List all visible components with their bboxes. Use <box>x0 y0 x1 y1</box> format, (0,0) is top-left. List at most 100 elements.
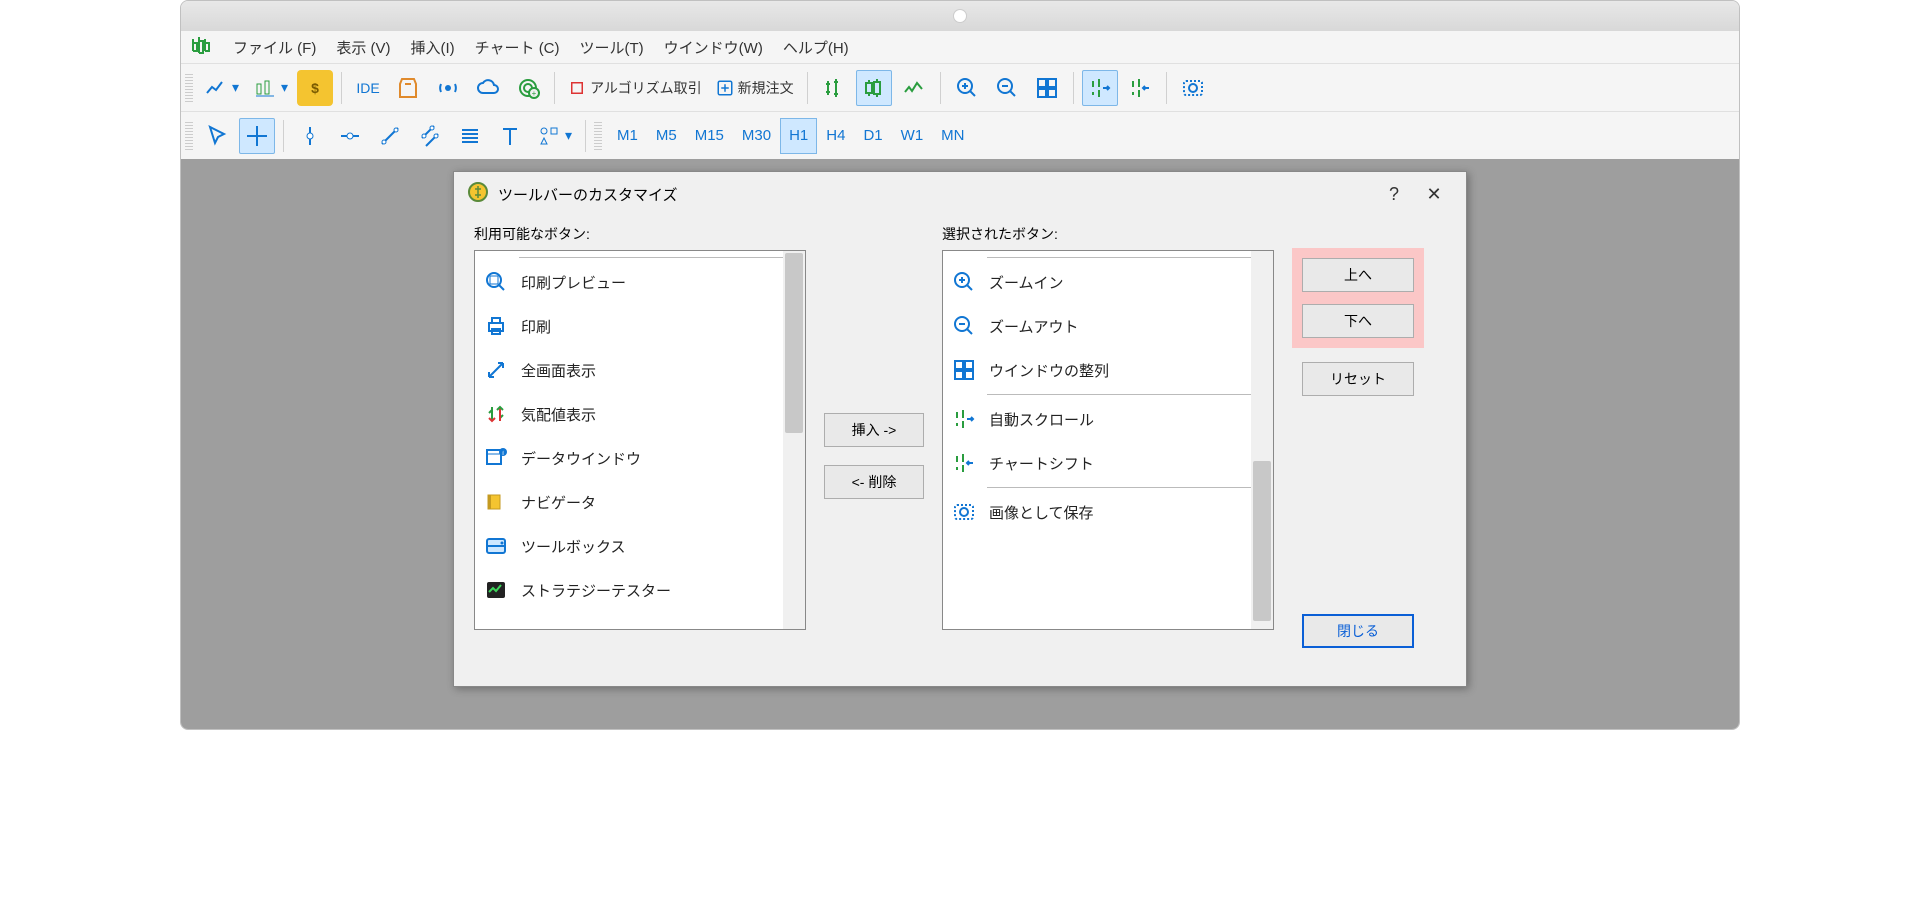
close-button[interactable]: 閉じる <box>1302 614 1414 648</box>
timeframe-m30[interactable]: M30 <box>733 118 780 154</box>
list-item[interactable]: 自動スクロール <box>943 397 1273 441</box>
timeframe-m1[interactable]: M1 <box>608 118 647 154</box>
list-item-label: ツールボックス <box>521 536 626 557</box>
zoom-in-button[interactable] <box>949 70 985 106</box>
remove-button[interactable]: <- 削除 <box>824 465 924 499</box>
app-logo-icon <box>189 33 213 62</box>
scrollbar[interactable] <box>783 251 805 629</box>
algo-trading-button[interactable]: アルゴリズム取引 <box>563 70 707 106</box>
list-item[interactable]: ズームイン <box>943 260 1273 304</box>
selected-buttons-list[interactable]: ズームインズームアウトウインドウの整列自動スクロールチャートシフト画像として保存 <box>942 250 1274 630</box>
app-window: ファイル (F) 表示 (V) 挿入(I) チャート (C) ツール(T) ウイ… <box>180 0 1740 730</box>
timeframe-mn[interactable]: MN <box>932 118 973 154</box>
list-item[interactable]: 全画面表示 <box>475 348 805 392</box>
tile-windows-button[interactable] <box>1029 70 1065 106</box>
timeframe-m5[interactable]: M5 <box>647 118 686 154</box>
list-item-label: ズームイン <box>989 272 1064 293</box>
list-item-label: チャートシフト <box>989 453 1094 474</box>
new-order-button[interactable]: 新規注文 <box>711 70 799 106</box>
menu-chart[interactable]: チャート (C) <box>475 37 560 58</box>
available-buttons-list[interactable]: 印刷プレビュー印刷全画面表示気配値表示i+データウインドウナビゲータツールボック… <box>474 250 806 630</box>
timeframe-h4[interactable]: H4 <box>817 118 854 154</box>
candle-chart-button[interactable] <box>856 70 892 106</box>
shapes-icon[interactable]: ▾ <box>532 118 577 154</box>
channel-icon[interactable] <box>412 118 448 154</box>
crosshair-icon[interactable] <box>239 118 275 154</box>
menu-file[interactable]: ファイル (F) <box>233 37 316 58</box>
bar-chart-button[interactable] <box>816 70 852 106</box>
timeframe-w1[interactable]: W1 <box>892 118 933 154</box>
market-watch-icon <box>483 401 509 427</box>
list-item[interactable]: 気配値表示 <box>475 392 805 436</box>
line-chart-icon[interactable]: ▾ <box>199 70 244 106</box>
dialog-close-button[interactable]: ✕ <box>1414 184 1454 205</box>
cloud-icon[interactable] <box>470 70 506 106</box>
list-item[interactable]: ズームアウト <box>943 304 1273 348</box>
list-item-label: 全画面表示 <box>521 360 596 381</box>
list-item[interactable]: ツールボックス <box>475 524 805 568</box>
menu-insert[interactable]: 挿入(I) <box>411 37 455 58</box>
list-item-label: ズームアウト <box>989 316 1079 337</box>
menu-view[interactable]: 表示 (V) <box>336 37 390 58</box>
menu-window[interactable]: ウインドウ(W) <box>664 37 763 58</box>
list-item[interactable]: 画像として保存 <box>943 490 1273 534</box>
chartshift-button[interactable] <box>1122 70 1158 106</box>
text-icon[interactable] <box>492 118 528 154</box>
list-item[interactable]: 印刷 <box>475 304 805 348</box>
list-item[interactable]: ストラテジーテスター <box>475 568 805 612</box>
toolbar-grip[interactable] <box>185 74 193 102</box>
navigator-icon <box>483 489 509 515</box>
timeframe-m15[interactable]: M15 <box>686 118 733 154</box>
strategy-tester-icon <box>483 577 509 603</box>
separator <box>987 487 1265 488</box>
signals-icon[interactable] <box>430 70 466 106</box>
print-icon <box>483 313 509 339</box>
toolbox-icon <box>483 533 509 559</box>
list-item[interactable]: ウインドウの整列 <box>943 348 1273 392</box>
svg-text:+: + <box>532 89 537 98</box>
print-preview-icon <box>483 269 509 295</box>
fibo-icon[interactable] <box>452 118 488 154</box>
scrollbar[interactable] <box>1251 251 1273 629</box>
window-handle-dot <box>954 10 966 22</box>
list-item-label: 印刷プレビュー <box>521 272 626 293</box>
toolbar-grip[interactable] <box>594 122 602 150</box>
autoscroll-button[interactable] <box>1082 70 1118 106</box>
customize-toolbar-dialog: ツールバーのカスタマイズ ? ✕ 利用可能なボタン: 印刷プレビュー印刷全画面表… <box>453 171 1467 687</box>
insert-button[interactable]: 挿入 -> <box>824 413 924 447</box>
timeframe-buttons: M1M5M15M30H1H4D1W1MN <box>608 118 973 154</box>
fullscreen-icon <box>483 357 509 383</box>
reset-button[interactable]: リセット <box>1302 362 1414 396</box>
separator <box>554 72 555 104</box>
dollar-icon[interactable]: $ <box>297 70 333 106</box>
window-titlebar[interactable] <box>181 1 1739 31</box>
toolbar-grip[interactable] <box>185 122 193 150</box>
timeframe-h1[interactable]: H1 <box>780 118 817 154</box>
dialog-help-button[interactable]: ? <box>1374 184 1414 205</box>
timeframe-d1[interactable]: D1 <box>854 118 891 154</box>
save-image-button[interactable] <box>1175 70 1211 106</box>
data-window-icon: i+ <box>483 445 509 471</box>
list-item-label: 画像として保存 <box>989 502 1094 523</box>
dialog-titlebar[interactable]: ツールバーのカスタマイズ ? ✕ <box>454 172 1466 216</box>
ide-button[interactable]: IDE <box>350 70 386 106</box>
vps-icon[interactable]: + <box>510 70 546 106</box>
menu-tools[interactable]: ツール(T) <box>580 37 644 58</box>
zoom-out-button[interactable] <box>989 70 1025 106</box>
list-item[interactable]: ナビゲータ <box>475 480 805 524</box>
separator <box>1073 72 1074 104</box>
autoscroll-icon <box>951 406 977 432</box>
trendline-icon[interactable] <box>372 118 408 154</box>
list-item[interactable]: 印刷プレビュー <box>475 260 805 304</box>
menu-help[interactable]: ヘルプ(H) <box>783 37 849 58</box>
cursor-icon[interactable] <box>199 118 235 154</box>
vline-icon[interactable] <box>292 118 328 154</box>
list-item[interactable]: i+データウインドウ <box>475 436 805 480</box>
move-up-button[interactable]: 上へ <box>1302 258 1414 292</box>
hline-icon[interactable] <box>332 118 368 154</box>
line-chart-button[interactable] <box>896 70 932 106</box>
market-icon[interactable] <box>390 70 426 106</box>
list-item[interactable]: チャートシフト <box>943 441 1273 485</box>
move-down-button[interactable]: 下へ <box>1302 304 1414 338</box>
candlestick-icon[interactable]: ▾ <box>248 70 293 106</box>
